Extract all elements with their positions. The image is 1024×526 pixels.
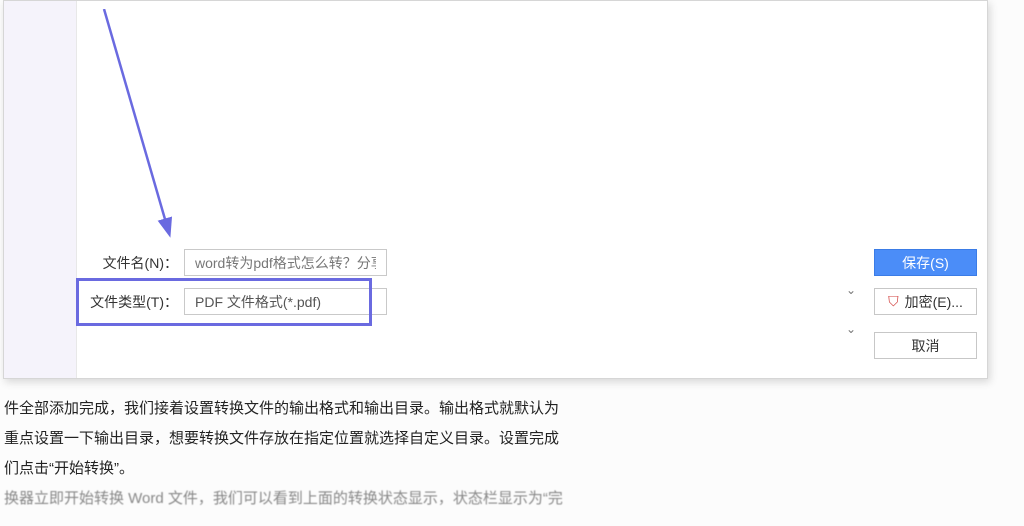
filetype-row: 文件类型(T)： ⌄ ⛉ 加密(E)...	[82, 288, 977, 315]
cancel-row: 取消	[82, 332, 977, 359]
cancel-button[interactable]: 取消	[874, 332, 977, 359]
background-article-text: 件全部添加完成，我们接着设置转换文件的输出格式和输出目录。输出格式就默认为 重点…	[0, 382, 1024, 526]
filename-input-wrap: ⌄	[184, 249, 862, 276]
filetype-label: 文件类型(T)：	[82, 292, 184, 312]
encrypt-button-label: 加密(E)...	[905, 292, 963, 312]
shield-icon: ⛉	[888, 293, 899, 310]
save-button[interactable]: 保存(S)	[874, 249, 977, 276]
article-line: 重点设置一下输出目录，想要转换文件存放在指定位置就选择自定义目录。设置完成	[4, 424, 1020, 454]
filetype-select[interactable]	[184, 288, 387, 315]
dialog-left-panel	[4, 1, 77, 378]
annotation-arrow-icon	[94, 9, 194, 249]
article-line: 们点击“开始转换”。	[4, 454, 1020, 484]
article-line: 换器立即开始转换 Word 文件，我们可以看到上面的转换状态显示，状态栏显示为“…	[4, 484, 1020, 514]
article-line: 件全部添加完成，我们接着设置转换文件的输出格式和输出目录。输出格式就默认为	[4, 394, 1020, 424]
filename-label: 文件名(N)：	[82, 253, 184, 273]
encrypt-button[interactable]: ⛉ 加密(E)...	[874, 288, 977, 315]
filename-input[interactable]	[184, 249, 387, 276]
save-dialog: 文件名(N)： ⌄ 保存(S) 文件类型(T)： ⌄ ⛉ 加密(E)... 取消	[3, 0, 988, 379]
filename-row: 文件名(N)： ⌄ 保存(S)	[82, 249, 977, 276]
filetype-select-wrap: ⌄	[184, 288, 862, 315]
